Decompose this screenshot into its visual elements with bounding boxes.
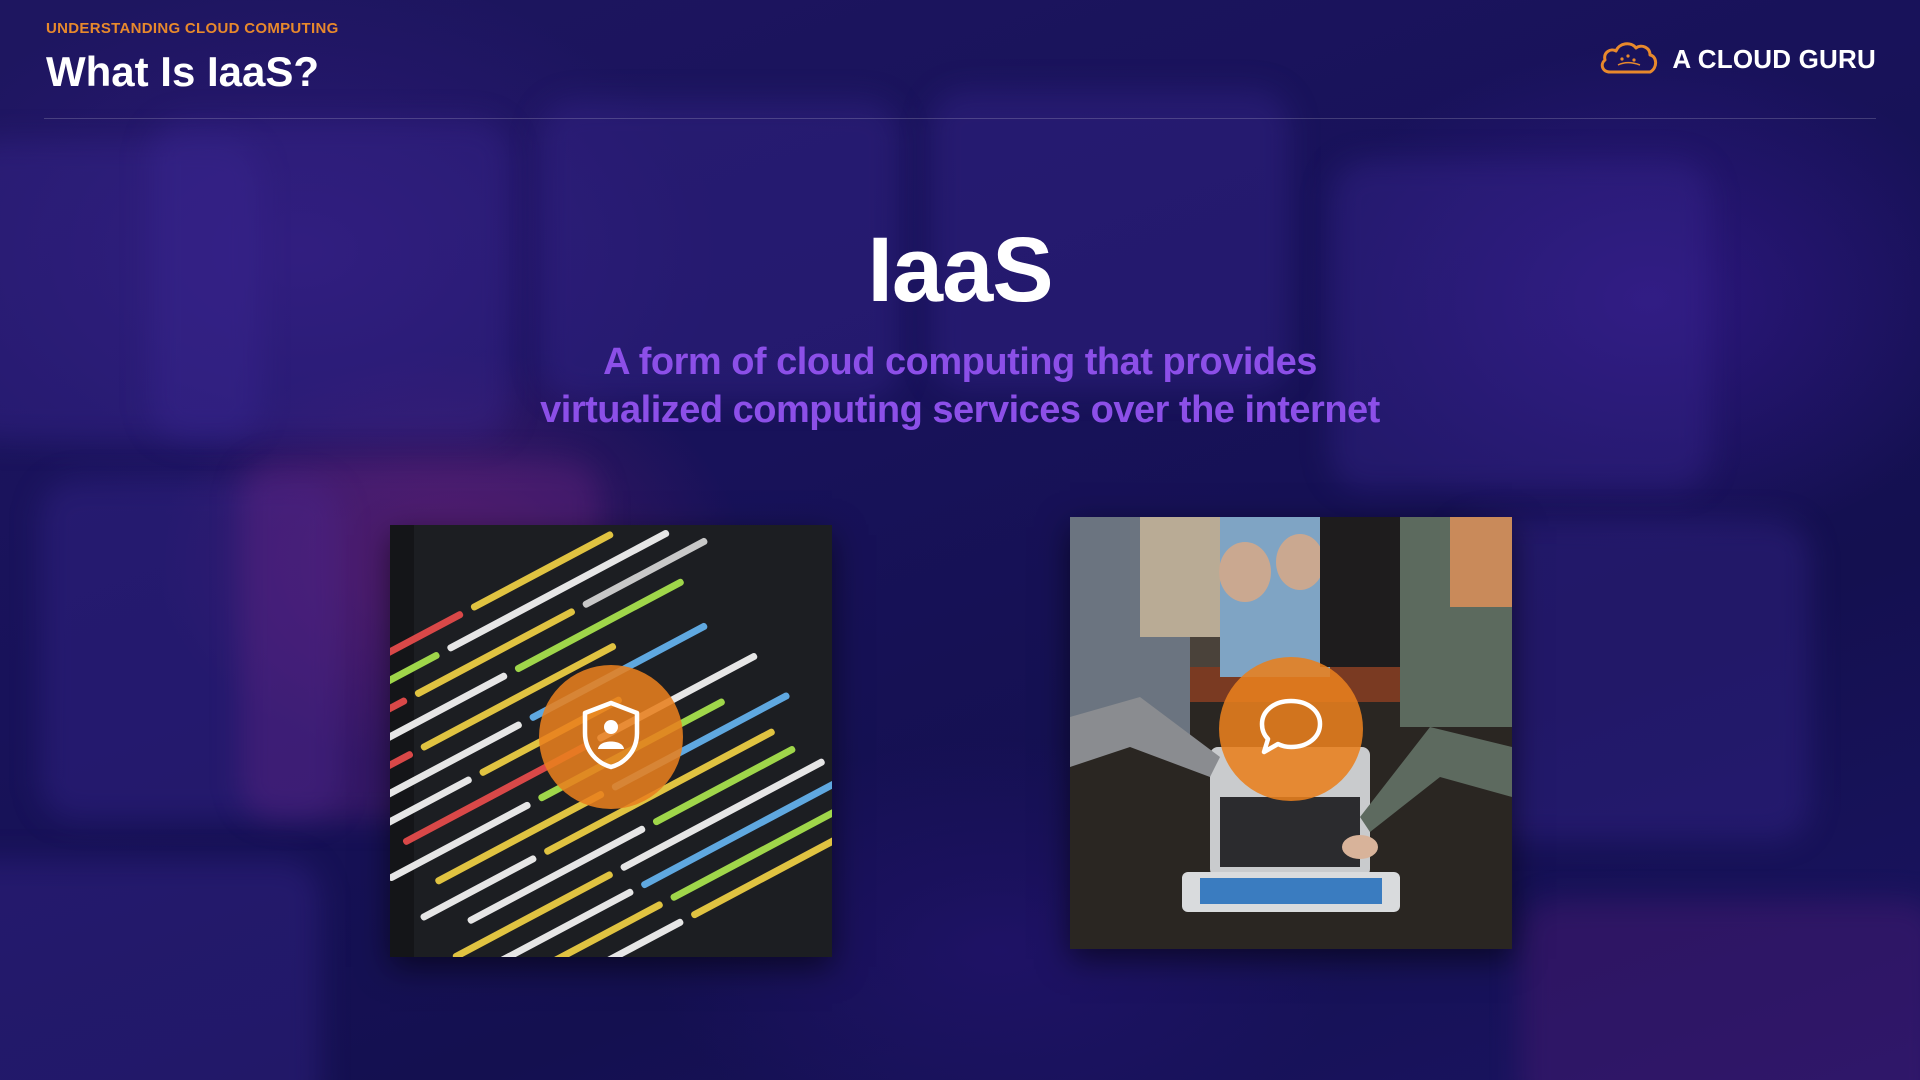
background-tile xyxy=(1330,160,1710,490)
people-laptop-image-card xyxy=(1070,517,1512,949)
subtitle-line-1: A form of cloud computing that provides xyxy=(603,341,1317,383)
background-tile xyxy=(1520,900,1920,1080)
page-title: What Is IaaS? xyxy=(46,48,320,95)
background-tile xyxy=(0,860,320,1080)
subtitle: A form of cloud computing that provides … xyxy=(0,338,1920,434)
brand-logo: A CLOUD GURU xyxy=(1598,38,1876,81)
shield-user-icon xyxy=(579,699,643,776)
brand-name: A CLOUD GURU xyxy=(1672,44,1876,74)
chat-bubble-icon xyxy=(1256,696,1326,763)
main-title: IaaS xyxy=(867,219,1053,321)
cloud-logo-icon xyxy=(1598,38,1660,81)
chat-bubble-badge xyxy=(1219,657,1363,801)
header-divider xyxy=(44,118,1876,119)
shield-user-badge xyxy=(539,665,683,809)
slide: UNDERSTANDING CLOUD COMPUTING What Is Ia… xyxy=(0,0,1920,1080)
subtitle-line-2: virtualized computing services over the … xyxy=(540,389,1380,431)
section-kicker: UNDERSTANDING CLOUD COMPUTING xyxy=(46,20,339,37)
code-editor-image-card xyxy=(390,525,832,957)
